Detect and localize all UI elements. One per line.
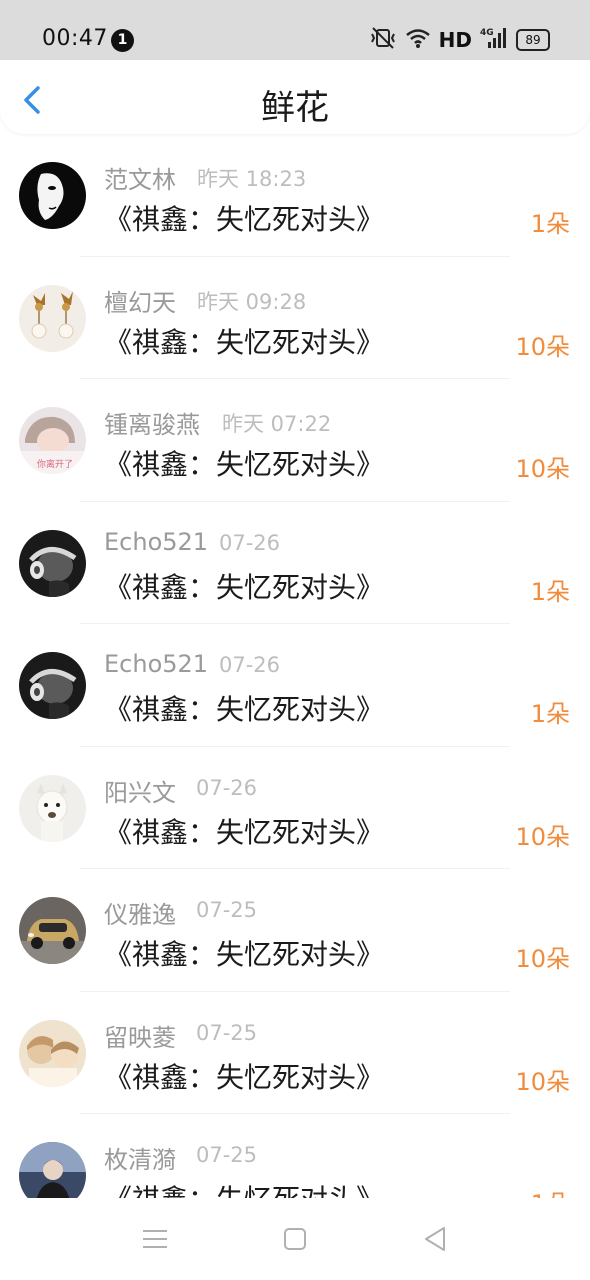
status-icons: HD 4G 89 xyxy=(369,26,550,54)
list-item[interactable]: 檀幻天 昨天 09:28 《祺鑫：失忆死对头》 10朵 xyxy=(0,257,590,379)
alpaca-avatar-icon[interactable] xyxy=(19,774,86,842)
page-title: 鲜花 xyxy=(261,88,329,128)
sender-name: Echo521 xyxy=(104,650,209,678)
menu-nav-button[interactable] xyxy=(140,1224,170,1254)
send-time: 07-26 xyxy=(219,530,281,555)
boy-photo-avatar-icon[interactable] xyxy=(19,1142,86,1198)
list-item[interactable]: 阳兴文 07-26 《祺鑫：失忆死对头》 10朵 xyxy=(0,747,590,869)
send-time: 昨天 07:22 xyxy=(222,412,332,436)
send-time: 07-25 xyxy=(196,1020,258,1045)
flower-count: 1朵 xyxy=(530,577,570,606)
list-item[interactable]: 留映菱 07-25 《祺鑫：失忆死对头》 10朵 xyxy=(0,992,590,1114)
headphones-avatar-icon[interactable] xyxy=(19,652,86,719)
sender-name: 留映菱 xyxy=(104,1023,176,1052)
home-nav-button[interactable] xyxy=(280,1224,310,1254)
list-item[interactable]: Echo521 07-26 《祺鑫：失忆死对头》 1朵 xyxy=(0,624,590,747)
list-item[interactable]: 范文林 昨天 18:23 《祺鑫：失忆死对头》 1朵 xyxy=(0,134,590,257)
sender-name: 锺离骏燕 xyxy=(104,411,200,439)
earrings-avatar-icon[interactable] xyxy=(19,284,86,352)
couple-avatar-icon[interactable] xyxy=(19,1019,86,1087)
send-time: 07-26 xyxy=(196,775,258,800)
flower-count: 1朵 xyxy=(531,1184,570,1198)
flower-count: 10朵 xyxy=(515,945,570,973)
book-title: 《祺鑫：失忆死对头》 xyxy=(104,325,385,359)
flower-count: 1朵 xyxy=(530,700,570,728)
signal-4g-icon: 4G xyxy=(480,26,508,54)
status-bar: 00:47 1 HD 4G 89 xyxy=(0,0,590,68)
navigation-bar xyxy=(0,1198,590,1280)
sender-name: 檀幻天 xyxy=(104,288,176,317)
flower-count: 10朵 xyxy=(515,822,570,851)
vibrate-mute-icon xyxy=(369,26,397,54)
book-title: 《祺鑫：失忆死对头》 xyxy=(104,693,385,726)
headphones-avatar-icon[interactable] xyxy=(19,529,86,597)
list-item[interactable]: Echo521 07-26 《祺鑫：失忆死对头》 1朵 xyxy=(0,502,590,624)
book-title: 《祺鑫：失忆死对头》 xyxy=(104,203,385,236)
flower-count: 1朵 xyxy=(530,210,570,238)
header-bar: 鲜花 xyxy=(0,60,590,134)
back-nav-button[interactable] xyxy=(420,1224,450,1254)
menu-icon xyxy=(143,1230,167,1248)
screen: 00:47 1 HD 4G 89 鲜花 范文林 昨天 18:23 《祺鑫：失忆死… xyxy=(0,0,590,1280)
wifi-icon xyxy=(405,27,431,53)
status-time: 00:47 xyxy=(42,26,108,51)
flower-count: 10朵 xyxy=(515,1067,570,1096)
svg-text:4G: 4G xyxy=(480,28,494,38)
notification-badge: 1 xyxy=(111,29,134,52)
girl-photo-avatar-icon[interactable]: 你离开了 xyxy=(19,407,86,474)
triangle-back-icon xyxy=(425,1227,445,1251)
send-time: 昨天 18:23 xyxy=(197,167,307,191)
svg-text:你离开了: 你离开了 xyxy=(37,458,73,470)
book-title: 《祺鑫：失忆死对头》 xyxy=(104,815,385,849)
hd-label: HD xyxy=(438,28,472,52)
sender-name: Echo521 xyxy=(104,527,209,556)
book-title: 《祺鑫：失忆死对头》 xyxy=(104,448,385,481)
list-item[interactable]: 你离开了 锺离骏燕 昨天 07:22 《祺鑫：失忆死对头》 10朵 xyxy=(0,379,590,502)
flower-count: 10朵 xyxy=(515,455,570,483)
list-item[interactable]: 枚清漪 07-25 《祺鑫：失忆死对头》 1朵 xyxy=(0,1114,590,1198)
flower-list[interactable]: 范文林 昨天 18:23 《祺鑫：失忆死对头》 1朵 檀幻天 昨天 09:28 … xyxy=(0,134,590,1198)
book-title: 《祺鑫：失忆死对头》 xyxy=(104,570,385,604)
book-title: 《祺鑫：失忆死对头》 xyxy=(104,938,385,971)
book-title: 《祺鑫：失忆死对头》 xyxy=(104,1060,385,1094)
car-avatar-icon[interactable] xyxy=(19,897,86,964)
sender-name: 仪雅逸 xyxy=(104,901,176,929)
send-time: 昨天 09:28 xyxy=(197,289,307,314)
battery-icon: 89 xyxy=(516,29,550,51)
list-item[interactable]: 仪雅逸 07-25 《祺鑫：失忆死对头》 10朵 xyxy=(0,869,590,992)
flower-count: 10朵 xyxy=(515,332,570,361)
book-title: 《祺鑫：失忆死对头》 xyxy=(104,1178,384,1198)
mask-avatar-icon[interactable] xyxy=(19,162,86,229)
sender-name: 枚清漪 xyxy=(104,1146,176,1174)
send-time: 07-25 xyxy=(196,898,258,922)
sender-name: 阳兴文 xyxy=(104,778,176,807)
send-time: 07-26 xyxy=(219,653,281,677)
send-time: 07-25 xyxy=(196,1143,258,1167)
square-home-icon xyxy=(284,1228,306,1250)
sender-name: 范文林 xyxy=(104,166,176,194)
